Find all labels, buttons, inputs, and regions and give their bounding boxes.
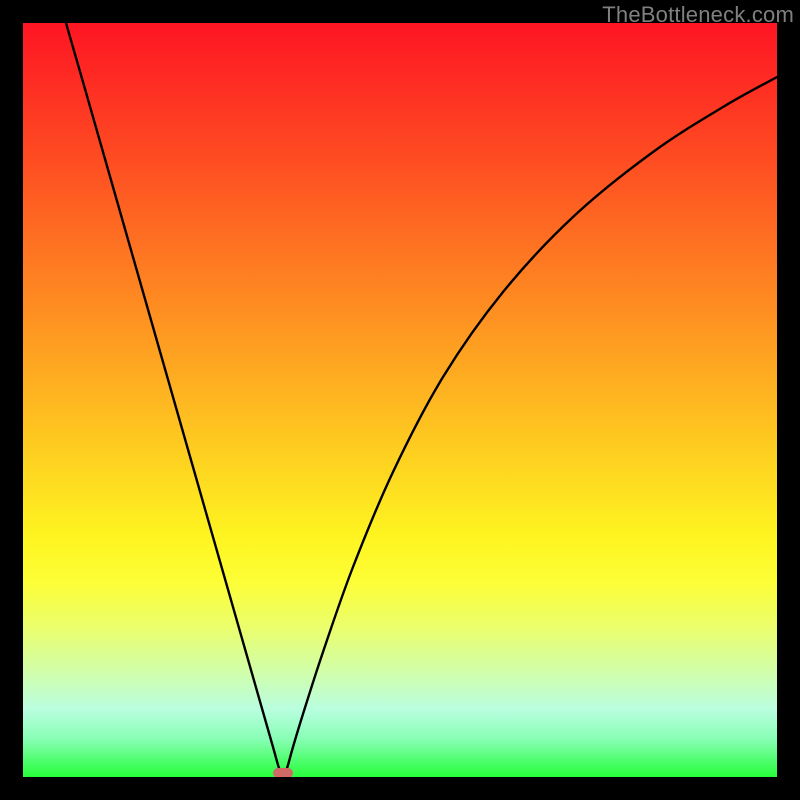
curve-path: [66, 23, 777, 777]
watermark-text: TheBottleneck.com: [602, 2, 794, 28]
bottleneck-curve: [23, 23, 777, 777]
minimum-marker: [273, 768, 293, 777]
chart-plot-area: [23, 23, 777, 777]
